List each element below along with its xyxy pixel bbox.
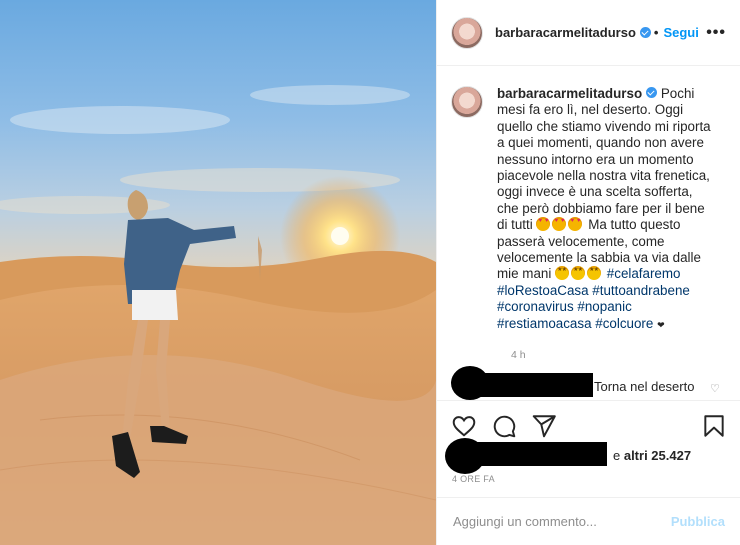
heart-eyes-emoji-icon xyxy=(552,217,567,232)
comment-text: Torna nel deserto xyxy=(594,379,695,394)
verified-badge-icon xyxy=(646,87,658,98)
hashtag-link[interactable]: #nopanic xyxy=(577,299,631,314)
hashtag-link[interactable]: #colcuore xyxy=(595,316,653,331)
save-icon[interactable] xyxy=(701,413,727,439)
likes-count-label[interactable]: altri 25.427 xyxy=(624,448,691,463)
hashtag-link[interactable]: #coronavirus xyxy=(497,299,574,314)
star-eyes-emoji-icon xyxy=(587,266,602,281)
publish-button[interactable]: Pubblica xyxy=(671,514,725,529)
desert-scene xyxy=(0,85,436,545)
comment-icon[interactable] xyxy=(491,413,517,439)
author-avatar[interactable] xyxy=(451,16,483,49)
hashtag-link[interactable]: #restiamoacasa xyxy=(497,316,592,331)
instagram-post-view: barbaracarmelitadurso • Segui ••• barbar… xyxy=(0,0,740,545)
verified-badge-icon xyxy=(639,27,651,38)
share-icon[interactable] xyxy=(531,413,557,439)
comment-like-icon[interactable]: ♡ xyxy=(710,384,720,395)
caption-text: barbaracarmelitadurso Pochi mesi fa ero … xyxy=(497,86,711,333)
hashtag-link[interactable]: #celafaremo xyxy=(607,266,681,281)
heart-eyes-emoji-icon xyxy=(568,217,583,232)
caption-timestamp[interactable]: 4 h xyxy=(511,349,726,361)
header-separator: • xyxy=(653,25,659,40)
caption-username[interactable]: barbaracarmelitadurso xyxy=(497,86,642,101)
add-comment-box: Pubblica xyxy=(437,497,740,545)
comment-row: Torna nel deserto ♡ xyxy=(447,366,737,400)
caption-body-1: Pochi mesi fa ero lì, nel deserto. Oggi … xyxy=(497,86,711,233)
hashtag-link[interactable]: #tuttoandrabene xyxy=(592,283,690,298)
comment-input[interactable] xyxy=(453,514,663,529)
heart-icon[interactable] xyxy=(451,413,477,439)
caption-area: barbaracarmelitadurso Pochi mesi fa ero … xyxy=(437,66,740,366)
star-eyes-emoji-icon xyxy=(571,266,586,281)
likes-count[interactable]: e altri 25.427 xyxy=(613,448,691,463)
author-username[interactable]: barbaracarmelitadurso xyxy=(495,25,636,40)
author-username-block: barbaracarmelitadurso • Segui xyxy=(495,25,699,40)
post-header: barbaracarmelitadurso • Segui ••• xyxy=(437,0,740,66)
likes-row: e altri 25.427 xyxy=(437,438,740,476)
post-sidebar: barbaracarmelitadurso • Segui ••• barbar… xyxy=(436,0,740,545)
heart-symbol-icon: ❤ xyxy=(657,319,665,330)
likes-prefix: e xyxy=(613,448,624,463)
redacted-liker-name xyxy=(465,442,607,466)
hashtag-link[interactable]: #loRestoaCasa xyxy=(497,283,589,298)
follow-button[interactable]: Segui xyxy=(663,25,698,40)
star-eyes-emoji-icon xyxy=(555,266,570,281)
post-date[interactable]: 4 ORE FA xyxy=(452,474,495,484)
more-options-icon[interactable]: ••• xyxy=(706,24,726,42)
caption-avatar[interactable] xyxy=(451,86,483,118)
heart-eyes-emoji-icon xyxy=(536,217,551,232)
caption-row: barbaracarmelitadurso Pochi mesi fa ero … xyxy=(451,86,726,333)
redacted-username xyxy=(469,373,593,397)
post-photo[interactable] xyxy=(0,0,436,545)
